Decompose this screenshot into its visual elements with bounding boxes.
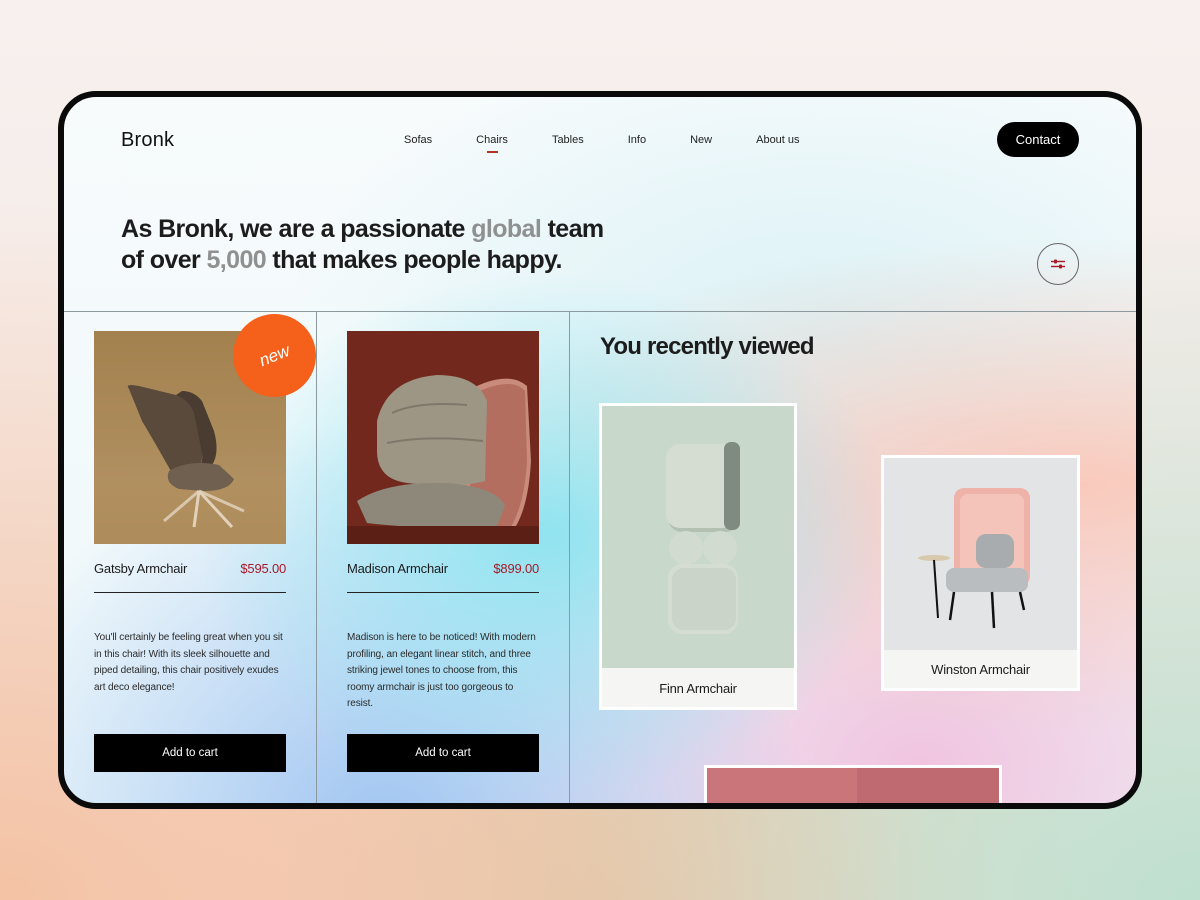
product-image-madison[interactable] (347, 331, 539, 544)
contact-button[interactable]: Contact (997, 122, 1079, 157)
nav-item-sofas[interactable]: Sofas (404, 134, 432, 146)
add-to-cart-button[interactable]: Add to cart (94, 734, 286, 772)
product-card-madison: Madison Armchair $899.00 Madison is here… (347, 331, 539, 772)
recently-viewed-name: Finn Armchair (659, 681, 737, 696)
sliders-icon (1051, 259, 1065, 269)
recently-viewed-item-finn[interactable]: Finn Armchair (599, 403, 797, 710)
product-description: Madison is here to be noticed! With mode… (347, 632, 536, 709)
headline-text: team (541, 215, 605, 243)
product-description: You'll certainly be feeling great when y… (94, 632, 283, 693)
product-card-gatsby: Gatsby Armchair $595.00 You'll certainly… (94, 331, 286, 772)
divider (347, 592, 539, 593)
brand-logo[interactable]: Bronk (121, 129, 174, 152)
recently-viewed-item-winston[interactable]: Winston Armchair (881, 455, 1080, 691)
recently-viewed-name: Winston Armchair (931, 662, 1030, 677)
headline-text: that makes people happy. (266, 246, 562, 274)
column-divider (316, 311, 317, 803)
app-window: Bronk Sofas Chairs Tables Info New About… (58, 91, 1142, 809)
headline-text: of over (121, 246, 207, 274)
product-row: Gatsby Armchair $595.00 (94, 561, 286, 576)
recently-viewed-item-partial[interactable] (704, 765, 1002, 803)
headline-text: As Bronk, we are a passionate (121, 215, 472, 243)
nav-item-tables[interactable]: Tables (552, 134, 584, 146)
headline-highlight-global: global (471, 215, 542, 243)
recently-viewed-title: You recently viewed (600, 333, 815, 360)
product-price: $595.00 (240, 561, 286, 576)
filter-button[interactable] (1037, 243, 1079, 285)
product-name[interactable]: Gatsby Armchair (94, 561, 187, 576)
add-to-cart-button[interactable]: Add to cart (347, 734, 539, 772)
product-price: $899.00 (493, 561, 539, 576)
product-row: Madison Armchair $899.00 (347, 561, 539, 576)
product-image-partial (707, 768, 999, 803)
headline-highlight-count: 5,000 (206, 246, 267, 274)
nav-item-new[interactable]: New (690, 134, 712, 146)
column-divider (569, 311, 570, 803)
product-name[interactable]: Madison Armchair (347, 561, 448, 576)
product-image-winston (884, 458, 1077, 650)
product-image-finn (602, 406, 794, 668)
hero-headline: As Bronk, we are a passionate global tea… (121, 214, 621, 276)
nav-item-chairs[interactable]: Chairs (476, 134, 508, 153)
section-divider (64, 311, 1136, 312)
new-badge-label: new (256, 340, 293, 370)
nav-item-about-us[interactable]: About us (756, 134, 799, 146)
divider (94, 592, 286, 593)
nav-item-info[interactable]: Info (628, 134, 646, 146)
main-nav: Sofas Chairs Tables Info New About us (404, 134, 844, 153)
